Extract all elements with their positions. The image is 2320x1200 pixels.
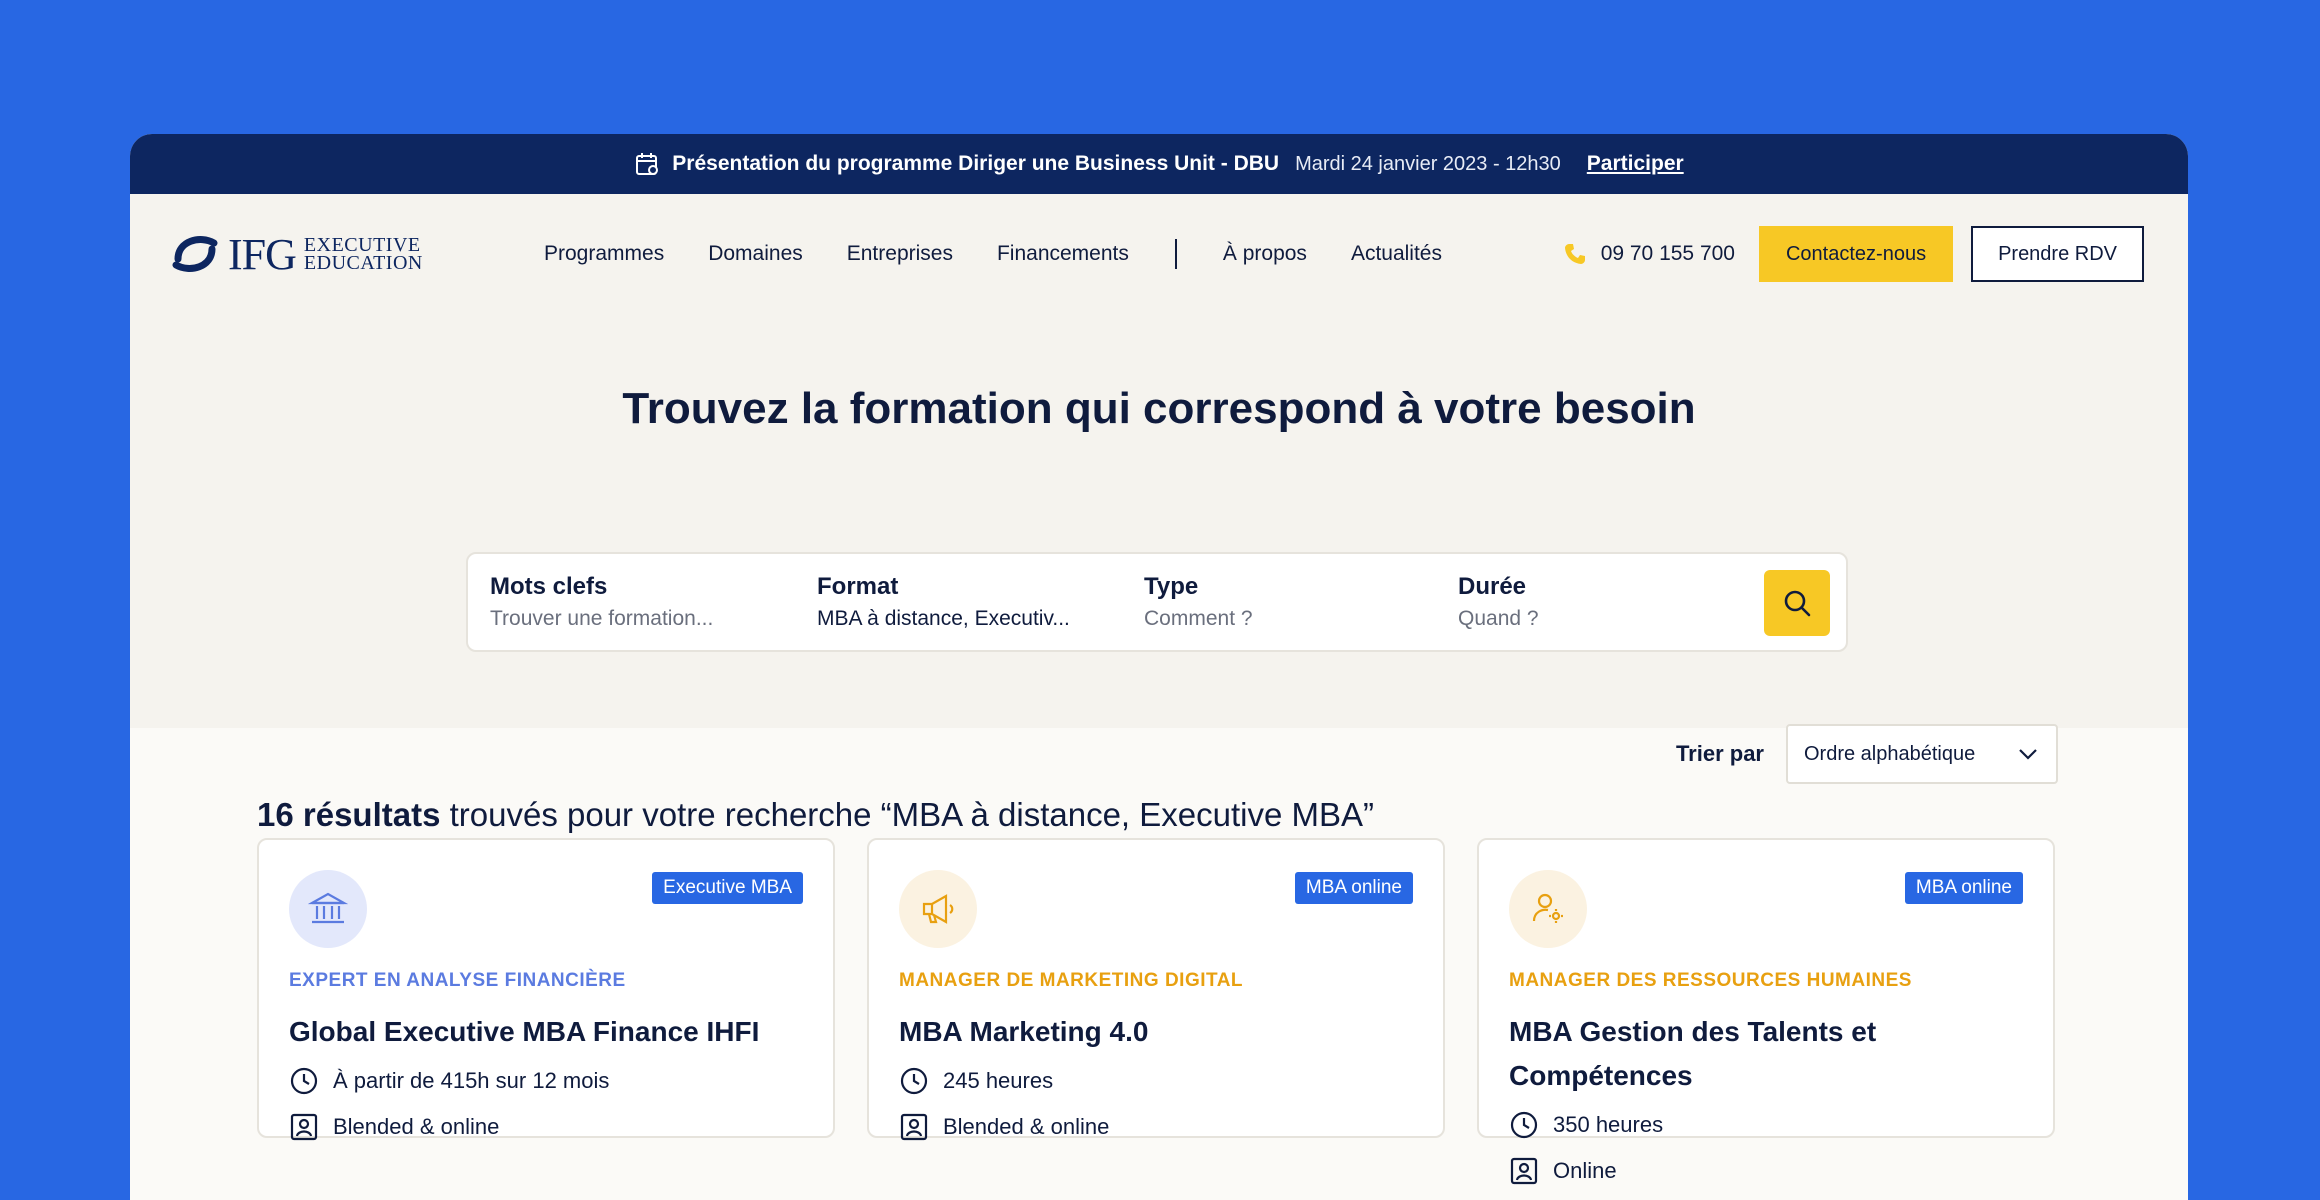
program-duration: À partir de 415h sur 12 mois (289, 1066, 803, 1096)
phone-contact[interactable]: 09 70 155 700 (1563, 242, 1735, 266)
sort-label: Trier par (1675, 741, 1764, 766)
announcement-title: Présentation du programme Diriger une Bu… (672, 152, 1280, 175)
person-badge-icon (290, 1113, 318, 1141)
user-gear-icon (1532, 893, 1563, 923)
sort-select[interactable]: Ordre alphabétique (1786, 724, 2058, 784)
results-summary: 16 résultats trouvés pour votre recherch… (257, 796, 1374, 834)
hero-section: IFG EXECUTIVE EDUCATION Programmes Domai… (130, 194, 2188, 728)
results-cards: Executive MBA EXPERT EN ANALYSE FINANCIÈ… (257, 838, 2055, 1185)
person-badge-icon (1510, 1157, 1538, 1185)
ifg-logo[interactable]: IFG EXECUTIVE EDUCATION (170, 229, 450, 280)
sort-selected-value: Ordre alphabétique (1804, 742, 1976, 765)
program-duration: 245 heures (899, 1066, 1413, 1096)
program-title-line: Global Executive MBA Finance IHFI (289, 1016, 760, 1047)
results-query-text: trouvés pour votre recherche “MBA à dist… (449, 796, 1375, 833)
nav-item-programmes[interactable]: Programmes (544, 242, 664, 266)
program-card[interactable]: Executive MBA EXPERT EN ANALYSE FINANCIÈ… (257, 838, 835, 1141)
card-icon-circle (899, 870, 977, 948)
contact-button[interactable]: Contactez-nous (1758, 226, 1954, 282)
ifg-logo-icon (172, 236, 218, 272)
bank-icon (308, 892, 348, 924)
program-category: MANAGER DE MARKETING DIGITAL (899, 970, 1244, 991)
program-mode-text: Online (1553, 1158, 1617, 1183)
main-navigation: IFG EXECUTIVE EDUCATION Programmes Domai… (130, 194, 2188, 314)
logo-brand: IFG (228, 229, 297, 279)
program-title[interactable]: Global Executive MBA Finance IHFI (289, 1010, 803, 1054)
program-title[interactable]: MBA Gestion des Talents et Compétences (1509, 1010, 2023, 1098)
book-appointment-button[interactable]: Prendre RDV (1971, 226, 2144, 282)
card-icon-circle (289, 870, 367, 948)
nav-item-entreprises[interactable]: Entreprises (847, 242, 953, 266)
program-badge: Executive MBA (652, 872, 803, 904)
nav-item-a-propos[interactable]: À propos (1223, 242, 1307, 266)
program-category: MANAGER DES RESSOURCES HUMAINES (1509, 970, 1912, 991)
chevron-down-icon (2019, 749, 2037, 760)
program-mode-text: Blended & online (943, 1114, 1110, 1139)
person-badge-icon (900, 1113, 928, 1141)
logo-subtitle: EXECUTIVE EDUCATION (303, 235, 423, 274)
search-field-label: Type (1144, 573, 1199, 600)
program-duration-text: 245 heures (943, 1068, 1054, 1093)
program-card[interactable]: MBA online MANAGER DE MARKETING DIGITAL … (867, 838, 1445, 1141)
search-field-value: MBA à distance, Executiv... (817, 607, 1070, 630)
nav-item-actualites[interactable]: Actualités (1351, 242, 1442, 266)
program-duration-text: 350 heures (1553, 1112, 1664, 1137)
phone-icon (1564, 244, 1585, 264)
search-field-label: Durée (1458, 573, 1527, 600)
program-mode: Online (1509, 1156, 2023, 1186)
announcement-participate-link[interactable]: Participer (1587, 152, 1684, 176)
clock-icon (900, 1067, 928, 1095)
calendar-icon (634, 151, 660, 177)
card-icon-circle (1509, 870, 1587, 948)
program-mode: Blended & online (289, 1112, 803, 1142)
search-icon (1784, 590, 1811, 617)
search-bar: Mots clefs Trouver une formation... Form… (466, 552, 1848, 652)
clock-icon (1510, 1111, 1538, 1139)
program-duration-text: À partir de 415h sur 12 mois (333, 1068, 610, 1093)
program-badge: MBA online (1904, 872, 2023, 904)
program-category: EXPERT EN ANALYSE FINANCIÈRE (289, 970, 626, 991)
sort-control: Trier par Ordre alphabétique (1676, 724, 2058, 784)
program-title-line: Compétences (1509, 1060, 1693, 1091)
program-mode-text: Blended & online (333, 1114, 500, 1139)
search-field-label: Mots clefs (490, 573, 608, 600)
logo-line-2: EDUCATION (303, 252, 423, 274)
nav-actions: 09 70 155 700 Contactez-nous Prendre RDV (1563, 226, 2144, 282)
browser-page: Présentation du programme Diriger une Bu… (130, 134, 2188, 1200)
program-badge: MBA online (1294, 872, 1413, 904)
search-field-label: Format (817, 573, 899, 600)
megaphone-icon (922, 894, 954, 924)
nav-menu: Programmes Domaines Entreprises Financem… (544, 239, 1442, 269)
nav-divider (1174, 239, 1177, 269)
search-field-format[interactable]: Format MBA à distance, Executiv... (817, 573, 1144, 631)
search-field-duration[interactable]: Durée Quand ? (1458, 573, 1758, 631)
search-button[interactable] (1764, 570, 1830, 636)
nav-item-financements[interactable]: Financements (997, 242, 1129, 266)
clock-icon (290, 1067, 318, 1095)
search-field-keywords[interactable]: Mots clefs Trouver une formation... (490, 573, 817, 631)
program-card[interactable]: MBA online MANAGER DES RESSOURCES HUMAIN… (1477, 838, 2055, 1185)
phone-number: 09 70 155 700 (1600, 242, 1735, 265)
results-count: 16 résultats (257, 796, 441, 833)
search-field-value: Trouver une formation... (490, 607, 714, 630)
program-mode: Blended & online (899, 1112, 1413, 1142)
search-field-type[interactable]: Type Comment ? (1144, 573, 1458, 631)
search-field-value: Quand ? (1458, 607, 1539, 630)
search-field-value: Comment ? (1144, 607, 1253, 630)
page-title: Trouvez la formation qui correspond à vo… (622, 384, 1696, 433)
nav-item-domaines[interactable]: Domaines (708, 242, 803, 266)
program-title[interactable]: MBA Marketing 4.0 (899, 1010, 1413, 1054)
announcement-bar: Présentation du programme Diriger une Bu… (130, 134, 2188, 194)
program-title-line: MBA Marketing 4.0 (899, 1016, 1149, 1047)
program-duration: 350 heures (1509, 1110, 2023, 1140)
announcement-date: Mardi 24 janvier 2023 - 12h30 (1295, 152, 1561, 175)
program-title-line: MBA Gestion des Talents et (1509, 1016, 1877, 1047)
